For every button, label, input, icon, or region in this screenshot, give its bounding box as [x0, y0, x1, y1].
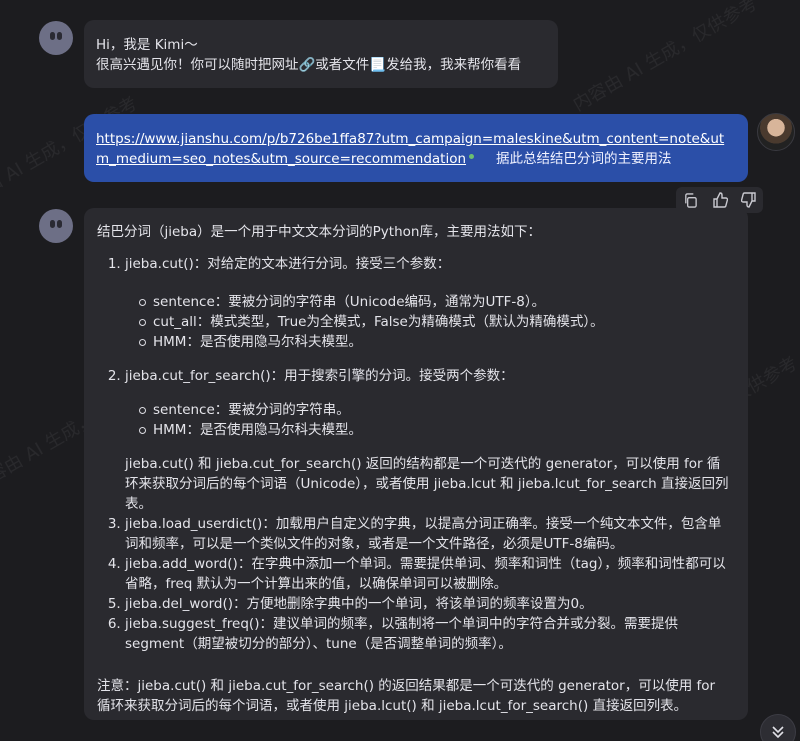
usage-list: jieba.cut()：对给定的文本进行分词。接受三个参数： sentence：… — [97, 254, 732, 654]
list-item-title: jieba.cut()：对给定的文本进行分词。接受三个参数： — [125, 256, 451, 272]
param-list: sentence：要被分词的字符串。 HMM：是否使用隐马尔科夫模型。 — [125, 400, 732, 440]
list-item: sentence：要被分词的字符串。 — [139, 400, 732, 420]
list-item: jieba.add_word()：在字典中添加一个单词。需要提供单词、频率和词性… — [125, 554, 732, 594]
answer-intro: 结巴分词（jieba）是一个用于中文文本分词的Python库，主要用法如下： — [97, 224, 541, 240]
scroll-to-bottom-button[interactable] — [760, 714, 796, 741]
user-message: https://www.jianshu.com/p/b726be1ffa87?u… — [84, 114, 748, 182]
answer-footer: 注意：jieba.cut() 和 jieba.cut_for_search() … — [97, 678, 716, 714]
list-item-title: jieba.cut_for_search()：用于搜索引擎的分词。接受两个参数： — [125, 368, 514, 384]
user-message-text: 据此总结结巴分词的主要用法 — [496, 151, 672, 167]
list-item: jieba.cut()：对给定的文本进行分词。接受三个参数： sentence：… — [125, 254, 732, 352]
list-item: jieba.load_userdict()：加载用户自定义的字典，以提高分词正确… — [125, 514, 732, 554]
list-item: cut_all：模式类型，True为全模式，False为精确模式（默认为精确模式… — [139, 312, 732, 332]
list-item: jieba.suggest_freq()：建议单词的频率，以强制将一个单词中的字… — [125, 614, 732, 654]
answer-message: 结巴分词（jieba）是一个用于中文文本分词的Python库，主要用法如下： j… — [84, 208, 748, 720]
greeting-message: Hi，我是 Kimi～ 很高兴遇见你！你可以随时把网址🔗或者文件📃发给我，我来帮… — [84, 20, 558, 88]
greeting-line-1: Hi，我是 Kimi～ — [96, 37, 198, 53]
link-dot-icon — [469, 153, 475, 159]
double-chevron-down-icon — [772, 726, 784, 739]
list-item: jieba.cut_for_search()：用于搜索引擎的分词。接受两个参数：… — [125, 366, 732, 514]
list-item: sentence：要被分词的字符串（Unicode编码，通常为UTF-8）。 — [139, 292, 732, 312]
kimi-avatar-icon — [39, 21, 73, 55]
list-item: jieba.del_word()：方便地删除字典中的一个单词，将该单词的频率设置… — [125, 594, 732, 614]
user-avatar — [757, 113, 795, 151]
list-item: HMM：是否使用隐马尔科夫模型。 — [139, 332, 732, 352]
param-list: sentence：要被分词的字符串（Unicode编码，通常为UTF-8）。 c… — [125, 292, 732, 352]
watermark: 内容由 AI 生成，仅供参考 — [569, 0, 762, 116]
list-item: HMM：是否使用隐马尔科夫模型。 — [139, 420, 732, 440]
list-item-note: jieba.cut() 和 jieba.cut_for_search() 返回的… — [125, 456, 729, 512]
greeting-line-2: 很高兴遇见你！你可以随时把网址🔗或者文件📃发给我，我来帮你看看 — [96, 57, 522, 73]
kimi-avatar-icon — [39, 209, 73, 243]
